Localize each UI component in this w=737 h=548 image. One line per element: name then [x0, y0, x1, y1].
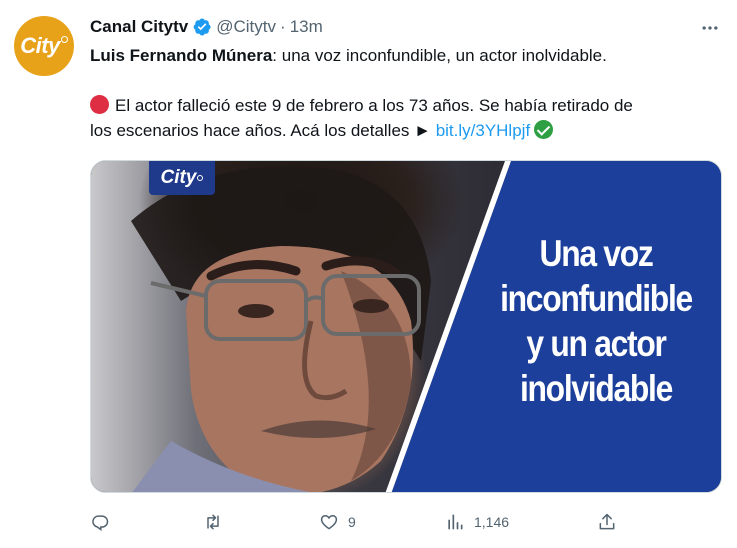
tweet-title-rest: : una voz inconfundible, un actor inolvi…: [272, 46, 607, 65]
retweet-button[interactable]: [203, 510, 223, 534]
like-button[interactable]: 9: [319, 510, 356, 534]
reply-button[interactable]: [90, 510, 110, 534]
headline-line: inconfundible: [500, 278, 693, 319]
red-circle-icon: [90, 95, 109, 114]
avatar-logo-text: City: [20, 33, 68, 59]
views-icon: [448, 514, 463, 530]
check-mark-button-icon: [534, 120, 554, 139]
tweet-text: Luis Fernando Múnera: una voz inconfundi…: [90, 43, 720, 143]
retweet-icon: [207, 514, 219, 530]
tweet-header: Canal Citytv @Citytv · 13m: [90, 16, 323, 38]
tweet-link[interactable]: bit.ly/3YHlpjf: [436, 121, 530, 140]
author-handle[interactable]: @Citytv: [216, 17, 276, 37]
views-button[interactable]: 1,146: [445, 510, 509, 534]
like-count: 9: [348, 514, 356, 530]
heart-icon: [320, 514, 338, 530]
headline-line: inolvidable: [519, 368, 673, 409]
media-headline: Una voz inconfundible y un actor inolvid…: [487, 231, 705, 411]
view-count: 1,146: [474, 514, 510, 530]
verified-badge-icon: [192, 17, 212, 37]
separator: ·: [280, 17, 286, 36]
tweet-title-line: Luis Fernando Múnera: una voz inconfundi…: [90, 43, 720, 68]
tweet-media-image[interactable]: City Una voz inconfundible y un actor in…: [90, 160, 722, 493]
share-button[interactable]: [597, 510, 617, 534]
share-icon: [599, 513, 615, 530]
more-options-button[interactable]: [694, 16, 726, 40]
tweet-body-line-2: los escenarios hace años. Acá los detall…: [90, 118, 720, 143]
reply-icon: [92, 515, 109, 531]
tweet-body-text-2: los escenarios hace años. Acá los detall…: [90, 121, 436, 140]
headline-line: y un actor: [526, 323, 666, 364]
tweet-title-bold: Luis Fernando Múnera: [90, 46, 273, 65]
tweet-body-text-1: El actor falleció este 9 de febrero a lo…: [115, 96, 633, 115]
more-icon: [702, 26, 718, 30]
timestamp[interactable]: 13m: [290, 17, 323, 37]
author-name[interactable]: Canal Citytv: [90, 17, 188, 37]
headline-line: Una voz: [539, 233, 654, 274]
avatar[interactable]: City: [14, 16, 74, 76]
city-logo-badge: City: [149, 161, 215, 195]
tweet-actions: 9 1,146: [90, 510, 720, 534]
tweet-body-line-1: El actor falleció este 9 de febrero a lo…: [90, 93, 720, 118]
